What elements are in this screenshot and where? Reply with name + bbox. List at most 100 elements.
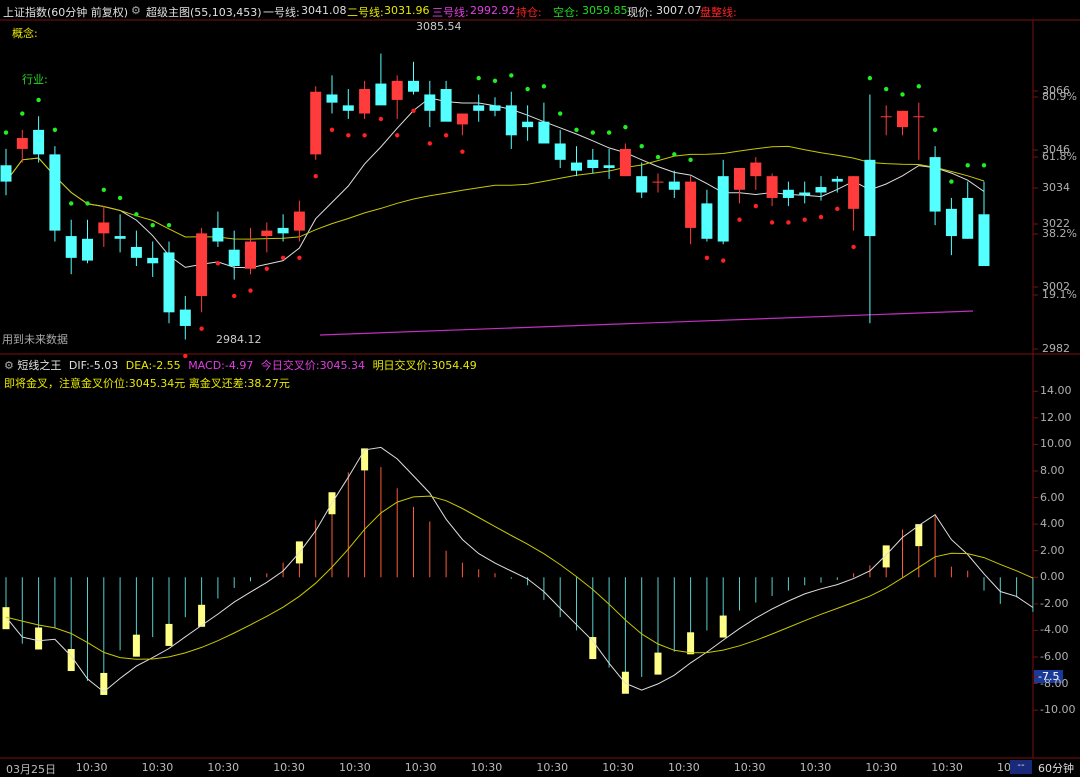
stop-dot (280, 255, 286, 261)
chart-canvas[interactable] (0, 0, 1080, 777)
candle-body (196, 233, 208, 296)
time-axis-label: 10:30 (141, 761, 174, 774)
candle-body (375, 83, 387, 106)
stop-dot (932, 127, 938, 133)
candle-body (326, 94, 338, 103)
candle-body (359, 89, 371, 114)
stop-dot (346, 133, 351, 138)
stop-dot (900, 92, 905, 97)
time-axis-label: 10:30 (339, 761, 371, 774)
candle-body (782, 189, 794, 198)
candle-body (652, 181, 664, 183)
candle-body (179, 309, 191, 326)
stop-dot (395, 133, 400, 138)
time-axis-label: 10:30 (404, 761, 437, 774)
period-label[interactable]: 60分钟 (1038, 760, 1074, 776)
stop-dot (199, 326, 204, 331)
stop-dot (672, 152, 677, 157)
candle-body (766, 176, 778, 198)
candle-body (440, 89, 452, 122)
candle-body (310, 91, 322, 155)
stop-dot (818, 214, 824, 220)
stop-dot (916, 84, 921, 89)
stop-dot (655, 154, 661, 160)
candle-body (522, 121, 534, 128)
candle-body (163, 252, 175, 313)
candle-body (33, 129, 45, 155)
stop-dot (362, 133, 367, 138)
time-axis-label: 03月25日 (6, 763, 56, 776)
candle-body (897, 110, 908, 128)
stop-dot (183, 353, 188, 359)
time-axis-label: 10:30 (602, 761, 634, 774)
candle-body (245, 241, 256, 269)
candle-body (701, 203, 713, 239)
candle-body (342, 105, 354, 111)
candle-body (82, 238, 93, 261)
stop-dot (981, 163, 987, 168)
candle-body (293, 211, 305, 231)
stop-dot (378, 116, 384, 122)
stop-dot (867, 75, 873, 81)
stop-dot (166, 222, 172, 228)
stop-dot (884, 86, 889, 92)
trend-block (35, 627, 43, 650)
stop-dot (134, 212, 139, 217)
stop-dot (3, 130, 9, 135)
stop-dot (36, 97, 41, 103)
stop-dot (411, 108, 416, 114)
stop-dot (590, 130, 595, 135)
time-axis-label: 10:30 (75, 761, 108, 774)
dif-line (5, 446, 1034, 693)
candle-body (489, 105, 501, 111)
stop-dot (835, 206, 840, 212)
candle-body (554, 143, 566, 160)
stop-dot (443, 133, 449, 138)
stop-dot (476, 75, 481, 81)
dea-line (5, 495, 1034, 660)
candle-body (603, 165, 615, 168)
candle-body (831, 178, 843, 182)
scroll-indicator[interactable]: -- (1010, 760, 1032, 774)
candle-body (717, 176, 729, 242)
candle-body (98, 222, 110, 234)
stop-dot (20, 111, 25, 116)
candle-body (456, 113, 468, 125)
candle-body (261, 230, 273, 237)
candle-body (734, 167, 745, 190)
trend-block (687, 632, 695, 655)
candle-body (978, 214, 990, 267)
candle-body (228, 249, 240, 267)
trend-block (361, 448, 369, 471)
candle-body (49, 154, 61, 231)
stop-dot (639, 144, 644, 149)
time-axis-label: 10:30 (536, 761, 569, 774)
candle-body (130, 246, 142, 258)
candle-body (636, 176, 648, 193)
time-axis-label: 10:30 (733, 761, 766, 774)
stop-dot (509, 73, 514, 78)
stop-dot (52, 127, 58, 133)
stop-dot (623, 124, 628, 130)
stop-dot (737, 217, 742, 222)
stop-dot (101, 187, 107, 192)
candle-body (571, 162, 582, 171)
trend-block (654, 652, 662, 675)
stop-dot (965, 163, 970, 168)
candle-body (587, 159, 599, 168)
stop-dot (949, 179, 954, 184)
stop-dot (802, 217, 807, 222)
trend-block (165, 623, 173, 646)
line3-trend (319, 310, 974, 336)
stop-dot (460, 149, 465, 154)
stop-dot (264, 266, 269, 271)
stop-dot (69, 201, 74, 206)
candle-body (864, 159, 876, 237)
stop-dot (525, 86, 530, 92)
time-axis-label: 10:30 (865, 761, 898, 774)
stop-dot (688, 157, 693, 163)
candle-body (538, 121, 550, 144)
candle-body (16, 138, 28, 149)
stop-dot (297, 255, 302, 261)
stop-dot (117, 195, 123, 201)
